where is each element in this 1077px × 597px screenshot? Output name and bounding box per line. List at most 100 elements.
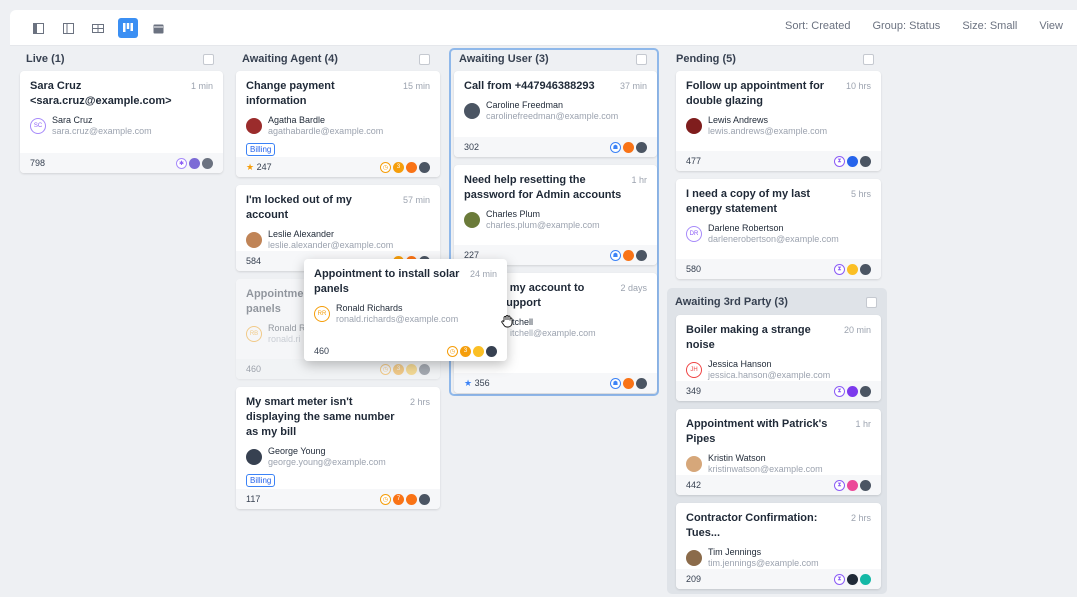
ticket-card[interactable]: Appointment with Patrick's Pipes 1 hr Kri… (676, 409, 881, 495)
contact-name: Agatha Bardle (268, 115, 326, 125)
ticket-card[interactable]: Need help resetting the password for Adm… (454, 165, 657, 265)
ticket-card[interactable]: Contractor Confirmation: Tues... 2 hrs Ti… (676, 503, 881, 589)
avatar (246, 449, 262, 465)
contact-name: Ronald Richards (336, 303, 403, 313)
calendar-view-icon[interactable] (148, 18, 168, 38)
contact-email: charles.plum@example.com (486, 220, 600, 230)
avatar (860, 155, 871, 167)
card-time: 24 min (469, 269, 497, 279)
avatar (686, 550, 702, 566)
card-title: Boiler making a strange noise (686, 324, 811, 351)
contact-email: tim.jennings@example.com (708, 558, 819, 568)
ticket-id: 798 (30, 158, 46, 168)
column-pending: Pending (5) (670, 48, 880, 70)
contact-email: itchell@example.com (510, 328, 596, 338)
size-dropdown[interactable]: Size: Small (962, 20, 1017, 32)
count-badge: 7 (393, 493, 404, 505)
ticket-id: 117 (246, 494, 261, 504)
contact-name: George Young (268, 446, 326, 456)
card-title: Appointmer (246, 288, 308, 300)
contact-email: agathabardle@example.com (268, 126, 384, 136)
contact-name: Jessica Hanson (708, 359, 772, 369)
avatar (686, 456, 702, 472)
card-title-cont: panels (246, 303, 281, 315)
ticket-id: 477 (686, 156, 702, 166)
avatar (847, 385, 858, 397)
avatar (623, 249, 634, 261)
card-time: 2 hrs (850, 513, 871, 523)
ticket-id: 460 (314, 346, 330, 356)
count-badge: 3 (393, 363, 404, 375)
avatar (623, 141, 634, 153)
sort-dropdown[interactable]: Sort: Created (785, 20, 850, 32)
avatar (860, 479, 871, 491)
view-dropdown[interactable]: View (1039, 20, 1063, 32)
panel-split-icon[interactable] (58, 18, 78, 38)
card-title: I need a copy of my last energy statemen… (686, 188, 811, 215)
card-time: 37 min (619, 81, 647, 91)
ticket-card[interactable]: Boiler making a strange noise 20 min JH J… (676, 315, 881, 401)
avatar (464, 212, 480, 228)
avatar (419, 363, 430, 375)
billing-tag[interactable]: Billing (246, 143, 276, 156)
avatar (406, 161, 417, 173)
card-time: 1 min (190, 81, 213, 91)
card-title: My smart meter isn't displaying the same… (246, 396, 395, 438)
card-title: Sara Cruz (30, 80, 82, 92)
avatar (419, 493, 430, 505)
card-title: I'm locked out of my account (246, 194, 352, 221)
ticket-card[interactable]: Call from +447946388293 37 min Caroline F… (454, 71, 657, 157)
column-checkbox[interactable] (419, 53, 430, 65)
user-group-icon: ☗ (610, 377, 621, 389)
avatar: DR (686, 226, 702, 242)
kanban-view-icon[interactable] (118, 18, 138, 38)
column-awaiting-user: Awaiting User (3) (453, 48, 653, 70)
column-checkbox[interactable] (203, 53, 214, 65)
ticket-card[interactable]: Change payment information 15 min Agatha … (236, 71, 440, 177)
table-view-icon[interactable] (88, 18, 108, 38)
card-title: Need help resetting the password for Adm… (464, 174, 622, 201)
card-title: g my account to (500, 282, 585, 294)
avatar (623, 377, 634, 389)
user-group-icon: ☗ (610, 249, 621, 261)
contact-name: Caroline Freedman (486, 100, 564, 110)
ticket-id: 209 (686, 574, 702, 584)
ticket-id: 349 (686, 386, 702, 396)
count-badge: 3 (393, 161, 404, 173)
user-group-icon: ☗ (610, 141, 621, 153)
dragged-ticket-card[interactable]: Appointment to install solar panels 24 mi… (304, 259, 507, 361)
card-title: Appointment with Patrick's Pipes (686, 418, 828, 445)
contact-name: Sara Cruz (52, 115, 93, 125)
ticket-card[interactable]: My smart meter isn't displaying the same… (236, 387, 440, 509)
column-live: Live (1) (20, 48, 220, 70)
avatar (419, 161, 430, 173)
avatar (189, 157, 200, 169)
column-checkbox[interactable] (636, 53, 647, 65)
avatar (860, 385, 871, 397)
avatar (847, 155, 858, 167)
billing-tag[interactable]: Billing (246, 474, 276, 487)
avatar (847, 479, 858, 491)
ticket-card[interactable]: Follow up appointment for double glazing… (676, 71, 881, 171)
panel-left-icon[interactable] (28, 18, 48, 38)
column-checkbox[interactable] (866, 296, 877, 308)
card-time: 1 hr (631, 175, 647, 185)
card-title: Follow up appointment for double glazing (686, 80, 825, 107)
contact-email: ronald.ri (268, 334, 301, 344)
card-time: 1 hr (855, 419, 871, 429)
contact-name: Kristin Watson (708, 453, 766, 463)
contact-email: george.young@example.com (268, 457, 386, 467)
clock-icon: ◷ (380, 493, 391, 505)
card-time: 5 hrs (850, 189, 871, 199)
avatar (246, 232, 262, 248)
hourglass-icon: ⧗ (834, 263, 845, 275)
toolbar: Sort: Created Group: Status Size: Small … (10, 10, 1077, 46)
avatar: RR (314, 306, 330, 322)
avatar (636, 377, 647, 389)
ticket-card[interactable]: I need a copy of my last energy statemen… (676, 179, 881, 279)
group-dropdown[interactable]: Group: Status (872, 20, 940, 32)
ticket-card[interactable]: Sara Cruz <sara.cruz@example.com> 1 min S… (20, 71, 223, 173)
count-badge: 3 (460, 345, 471, 357)
ticket-id: 302 (464, 142, 480, 152)
column-checkbox[interactable] (863, 53, 874, 65)
